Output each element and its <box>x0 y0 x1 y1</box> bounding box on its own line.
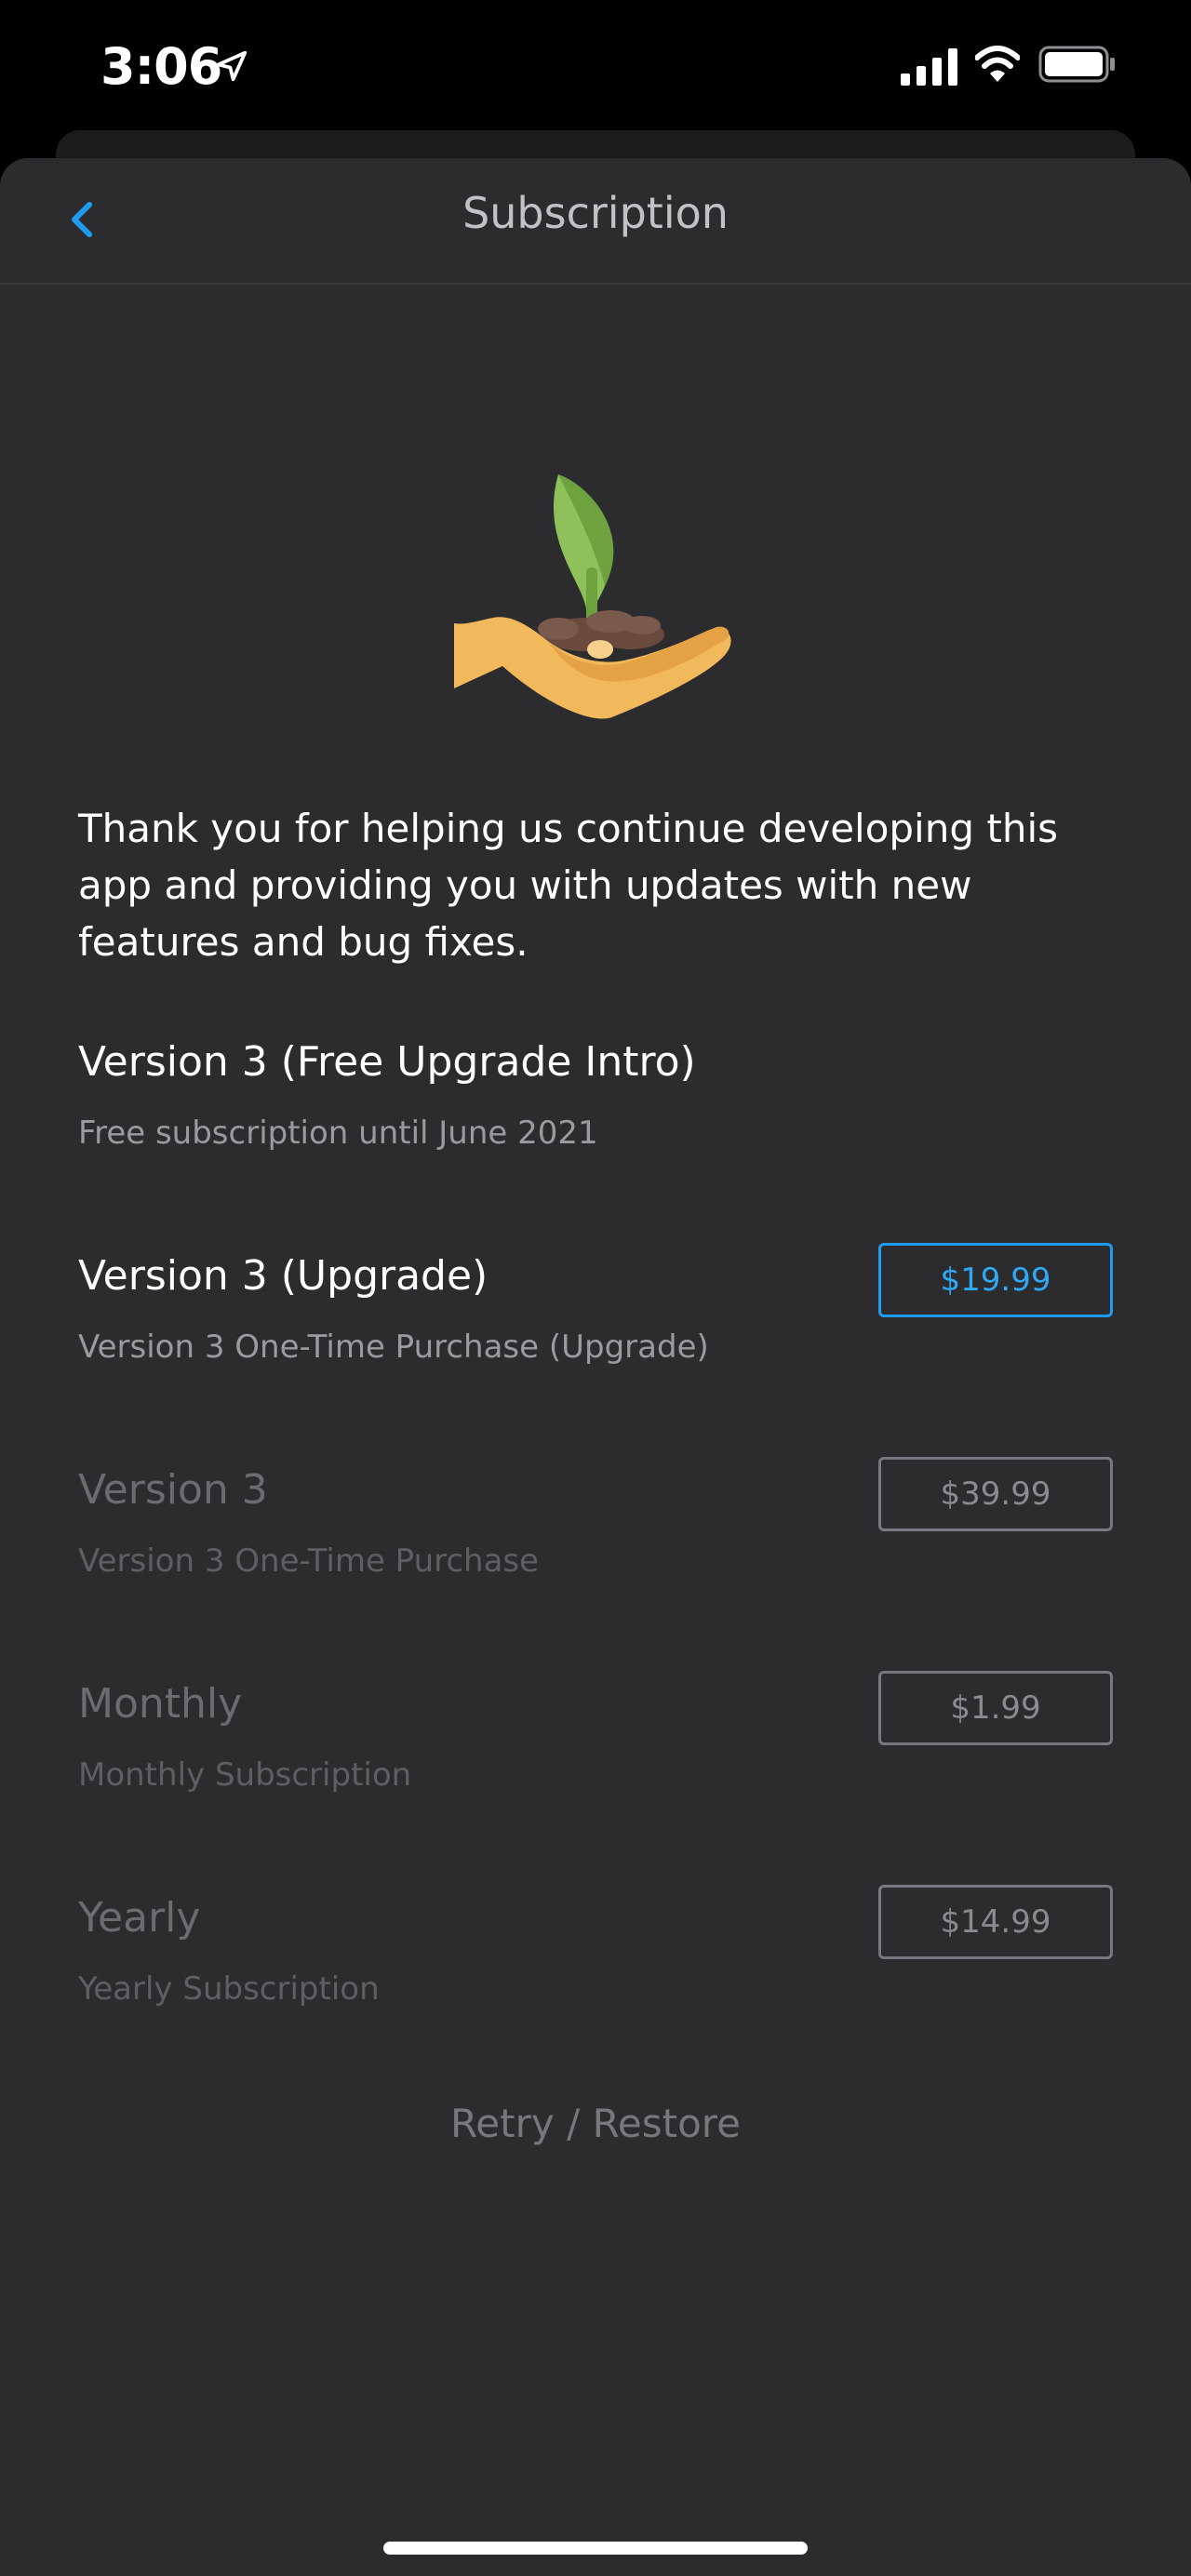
plan-title: Version 3 (Upgrade) <box>78 1252 488 1300</box>
status-time: 3:06 <box>100 37 222 96</box>
navigation-bar: Subscription <box>0 158 1191 285</box>
plan-title: Version 3 <box>78 1466 268 1514</box>
intro-text: Thank you for helping us continue develo… <box>78 806 1058 965</box>
retry-restore-button[interactable]: Retry / Restore <box>0 2101 1191 2146</box>
plan-yearly: Yearly Yearly Subscription $14.99 <box>78 1885 1113 2062</box>
price-button-yearly[interactable]: $14.99 <box>878 1885 1113 1959</box>
battery-icon <box>1038 46 1115 83</box>
status-bar: 3:06 <box>0 0 1191 130</box>
plan-title: Yearly <box>78 1894 201 1942</box>
plan-subtitle: Yearly Subscription <box>78 1970 380 2008</box>
plan-version3: Version 3 Version 3 One-Time Purchase $3… <box>78 1457 1113 1634</box>
price-button-version3-upgrade[interactable]: $19.99 <box>878 1243 1113 1317</box>
plan-title: Version 3 (Free Upgrade Intro) <box>78 1038 696 1086</box>
signal-icon <box>901 48 957 86</box>
subscription-sheet: Subscription Thank you for helping us co… <box>0 158 1191 2576</box>
price-button-version3[interactable]: $39.99 <box>878 1457 1113 1531</box>
hand-holding-sprout-icon <box>454 474 731 719</box>
page-title: Subscription <box>462 188 729 238</box>
plan-subtitle: Free subscription until June 2021 <box>78 1114 598 1152</box>
price-button-monthly[interactable]: $1.99 <box>878 1671 1113 1745</box>
home-indicator[interactable] <box>383 2542 808 2555</box>
plan-monthly: Monthly Monthly Subscription $1.99 <box>78 1671 1113 1848</box>
plan-subtitle: Version 3 One-Time Purchase (Upgrade) <box>78 1328 709 1366</box>
wifi-icon <box>975 46 1020 82</box>
plan-subtitle: Version 3 One-Time Purchase <box>78 1542 540 1580</box>
location-arrow-icon <box>216 50 248 82</box>
plan-subtitle: Monthly Subscription <box>78 1756 412 1794</box>
plan-free-upgrade-intro: Version 3 (Free Upgrade Intro) Free subs… <box>78 1038 1113 1206</box>
plan-version3-upgrade: Version 3 (Upgrade) Version 3 One-Time P… <box>78 1243 1113 1420</box>
plan-title: Monthly <box>78 1680 243 1728</box>
